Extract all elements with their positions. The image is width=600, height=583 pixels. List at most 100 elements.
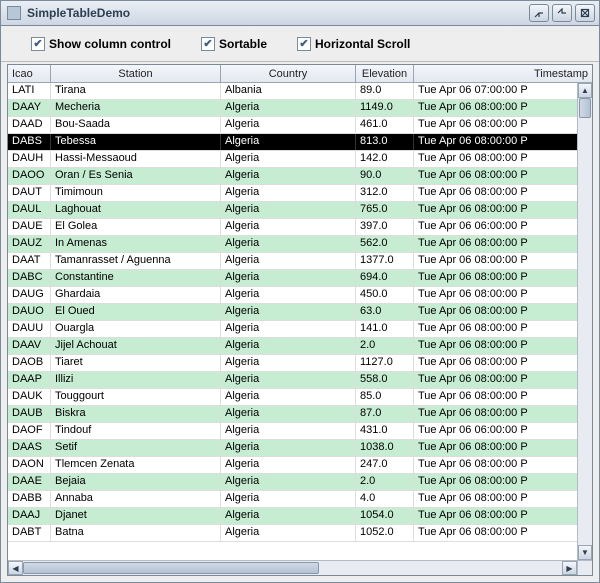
sortable-checkbox[interactable]: ✔ Sortable [201, 37, 267, 51]
titlebar[interactable]: SimpleTableDemo [1, 1, 599, 26]
table-row[interactable]: DAAPIlliziAlgeria558.0Tue Apr 06 08:00:0… [8, 372, 577, 389]
minimize-button[interactable] [529, 4, 549, 22]
cell-timestamp: Tue Apr 06 08:00:00 P [414, 270, 577, 286]
table-row[interactable]: DABCConstantineAlgeria694.0Tue Apr 06 08… [8, 270, 577, 287]
cell-icao: DAOO [8, 168, 51, 184]
cell-elevation: 312.0 [356, 185, 414, 201]
table-row[interactable]: DAAJDjanetAlgeria1054.0Tue Apr 06 08:00:… [8, 508, 577, 525]
table-row[interactable]: LATITiranaAlbania89.0Tue Apr 06 07:00:00… [8, 83, 577, 100]
table-row[interactable]: DAUTTimimounAlgeria312.0Tue Apr 06 08:00… [8, 185, 577, 202]
cell-station: Tebessa [51, 134, 221, 150]
check-icon: ✔ [201, 37, 215, 51]
table-row[interactable]: DAUZIn AmenasAlgeria562.0Tue Apr 06 08:0… [8, 236, 577, 253]
cell-icao: DAAV [8, 338, 51, 354]
cell-timestamp: Tue Apr 06 07:00:00 P [414, 83, 577, 99]
scroll-up-arrow-icon[interactable]: ▲ [578, 83, 592, 98]
options-toolbar: ✔ Show column control ✔ Sortable ✔ Horiz… [1, 26, 599, 62]
cell-timestamp: Tue Apr 06 08:00:00 P [414, 355, 577, 371]
cell-icao: DAOB [8, 355, 51, 371]
cell-country: Algeria [221, 270, 356, 286]
cell-station: Jijel Achouat [51, 338, 221, 354]
cell-icao: DAUT [8, 185, 51, 201]
close-button[interactable] [575, 4, 595, 22]
table-row[interactable]: DAUGGhardaiaAlgeria450.0Tue Apr 06 08:00… [8, 287, 577, 304]
table-row[interactable]: DABBAnnabaAlgeria4.0Tue Apr 06 08:00:00 … [8, 491, 577, 508]
table-row[interactable]: DAUUOuarglaAlgeria141.0Tue Apr 06 08:00:… [8, 321, 577, 338]
table-row[interactable]: DAUKTouggourtAlgeria85.0Tue Apr 06 08:00… [8, 389, 577, 406]
cell-timestamp: Tue Apr 06 06:00:00 P [414, 423, 577, 439]
table-row[interactable]: DAULLaghouatAlgeria765.0Tue Apr 06 08:00… [8, 202, 577, 219]
window-title: SimpleTableDemo [27, 6, 529, 20]
cell-timestamp: Tue Apr 06 08:00:00 P [414, 168, 577, 184]
cell-timestamp: Tue Apr 06 08:00:00 P [414, 117, 577, 133]
vertical-scrollbar[interactable]: ▲ ▼ [577, 83, 592, 560]
cell-timestamp: Tue Apr 06 08:00:00 P [414, 100, 577, 116]
table-row[interactable]: DAADBou-SaadaAlgeria461.0Tue Apr 06 08:0… [8, 117, 577, 134]
scroll-left-arrow-icon[interactable]: ◀ [8, 561, 23, 575]
cell-elevation: 85.0 [356, 389, 414, 405]
horizontal-scrollbar[interactable]: ◀ ▶ [8, 560, 577, 575]
cell-country: Albania [221, 83, 356, 99]
table-row[interactable]: DABTBatnaAlgeria1052.0Tue Apr 06 08:00:0… [8, 525, 577, 542]
cell-timestamp: Tue Apr 06 08:00:00 P [414, 185, 577, 201]
maximize-button[interactable] [552, 4, 572, 22]
cell-icao: DABS [8, 134, 51, 150]
cell-country: Algeria [221, 219, 356, 235]
cell-icao: DAAS [8, 440, 51, 456]
check-icon: ✔ [31, 37, 45, 51]
table-row[interactable]: DAUHHassi-MessaoudAlgeria142.0Tue Apr 06… [8, 151, 577, 168]
table-row[interactable]: DABSTebessaAlgeria813.0Tue Apr 06 08:00:… [8, 134, 577, 151]
cell-icao: DAUZ [8, 236, 51, 252]
cell-timestamp: Tue Apr 06 08:00:00 P [414, 321, 577, 337]
show-column-control-checkbox[interactable]: ✔ Show column control [31, 37, 171, 51]
table-row[interactable]: DAATTamanrasset / AguennaAlgeria1377.0Tu… [8, 253, 577, 270]
scroll-right-arrow-icon[interactable]: ▶ [562, 561, 577, 575]
cell-timestamp: Tue Apr 06 08:00:00 P [414, 202, 577, 218]
table-row[interactable]: DAONTlemcen ZenataAlgeria247.0Tue Apr 06… [8, 457, 577, 474]
cell-country: Algeria [221, 202, 356, 218]
column-header-elevation[interactable]: Elevation [356, 65, 414, 82]
cell-timestamp: Tue Apr 06 08:00:00 P [414, 406, 577, 422]
vscroll-thumb[interactable] [579, 98, 591, 118]
column-header-station[interactable]: Station [51, 65, 221, 82]
cell-elevation: 89.0 [356, 83, 414, 99]
cell-elevation: 558.0 [356, 372, 414, 388]
table-row[interactable]: DAUOEl OuedAlgeria63.0Tue Apr 06 08:00:0… [8, 304, 577, 321]
table-row[interactable]: DAUBBiskraAlgeria87.0Tue Apr 06 08:00:00… [8, 406, 577, 423]
cell-elevation: 1038.0 [356, 440, 414, 456]
cell-country: Algeria [221, 151, 356, 167]
cell-station: Bou-Saada [51, 117, 221, 133]
cell-country: Algeria [221, 491, 356, 507]
cell-elevation: 1127.0 [356, 355, 414, 371]
cell-elevation: 2.0 [356, 474, 414, 490]
cell-station: Tlemcen Zenata [51, 457, 221, 473]
table-row[interactable]: DAAYMecheriaAlgeria1149.0Tue Apr 06 08:0… [8, 100, 577, 117]
table-row[interactable]: DAOFTindoufAlgeria431.0Tue Apr 06 06:00:… [8, 423, 577, 440]
table-row[interactable]: DAUEEl GoleaAlgeria397.0Tue Apr 06 06:00… [8, 219, 577, 236]
cell-icao: DAAJ [8, 508, 51, 524]
table-row[interactable]: DAOOOran / Es SeniaAlgeria90.0Tue Apr 06… [8, 168, 577, 185]
cell-country: Algeria [221, 100, 356, 116]
column-header-timestamp[interactable]: Timestamp [414, 65, 592, 82]
cell-station: El Oued [51, 304, 221, 320]
horizontal-scroll-checkbox[interactable]: ✔ Horizontal Scroll [297, 37, 410, 51]
cell-elevation: 694.0 [356, 270, 414, 286]
table-row[interactable]: DAAEBejaiaAlgeria2.0Tue Apr 06 08:00:00 … [8, 474, 577, 491]
cell-country: Algeria [221, 321, 356, 337]
cell-country: Algeria [221, 134, 356, 150]
table-row[interactable]: DAAVJijel AchouatAlgeria2.0Tue Apr 06 08… [8, 338, 577, 355]
hscroll-track[interactable] [23, 561, 562, 575]
column-header-icao[interactable]: Icao [8, 65, 51, 82]
scroll-down-arrow-icon[interactable]: ▼ [578, 545, 592, 560]
table-row[interactable]: DAASSetifAlgeria1038.0Tue Apr 06 08:00:0… [8, 440, 577, 457]
cell-elevation: 397.0 [356, 219, 414, 235]
cell-country: Algeria [221, 168, 356, 184]
vscroll-track[interactable] [578, 98, 592, 545]
cell-elevation: 90.0 [356, 168, 414, 184]
column-header-country[interactable]: Country [221, 65, 356, 82]
cell-icao: DAON [8, 457, 51, 473]
cell-icao: DAAE [8, 474, 51, 490]
cell-elevation: 1149.0 [356, 100, 414, 116]
hscroll-thumb[interactable] [23, 562, 319, 574]
table-row[interactable]: DAOBTiaretAlgeria1127.0Tue Apr 06 08:00:… [8, 355, 577, 372]
